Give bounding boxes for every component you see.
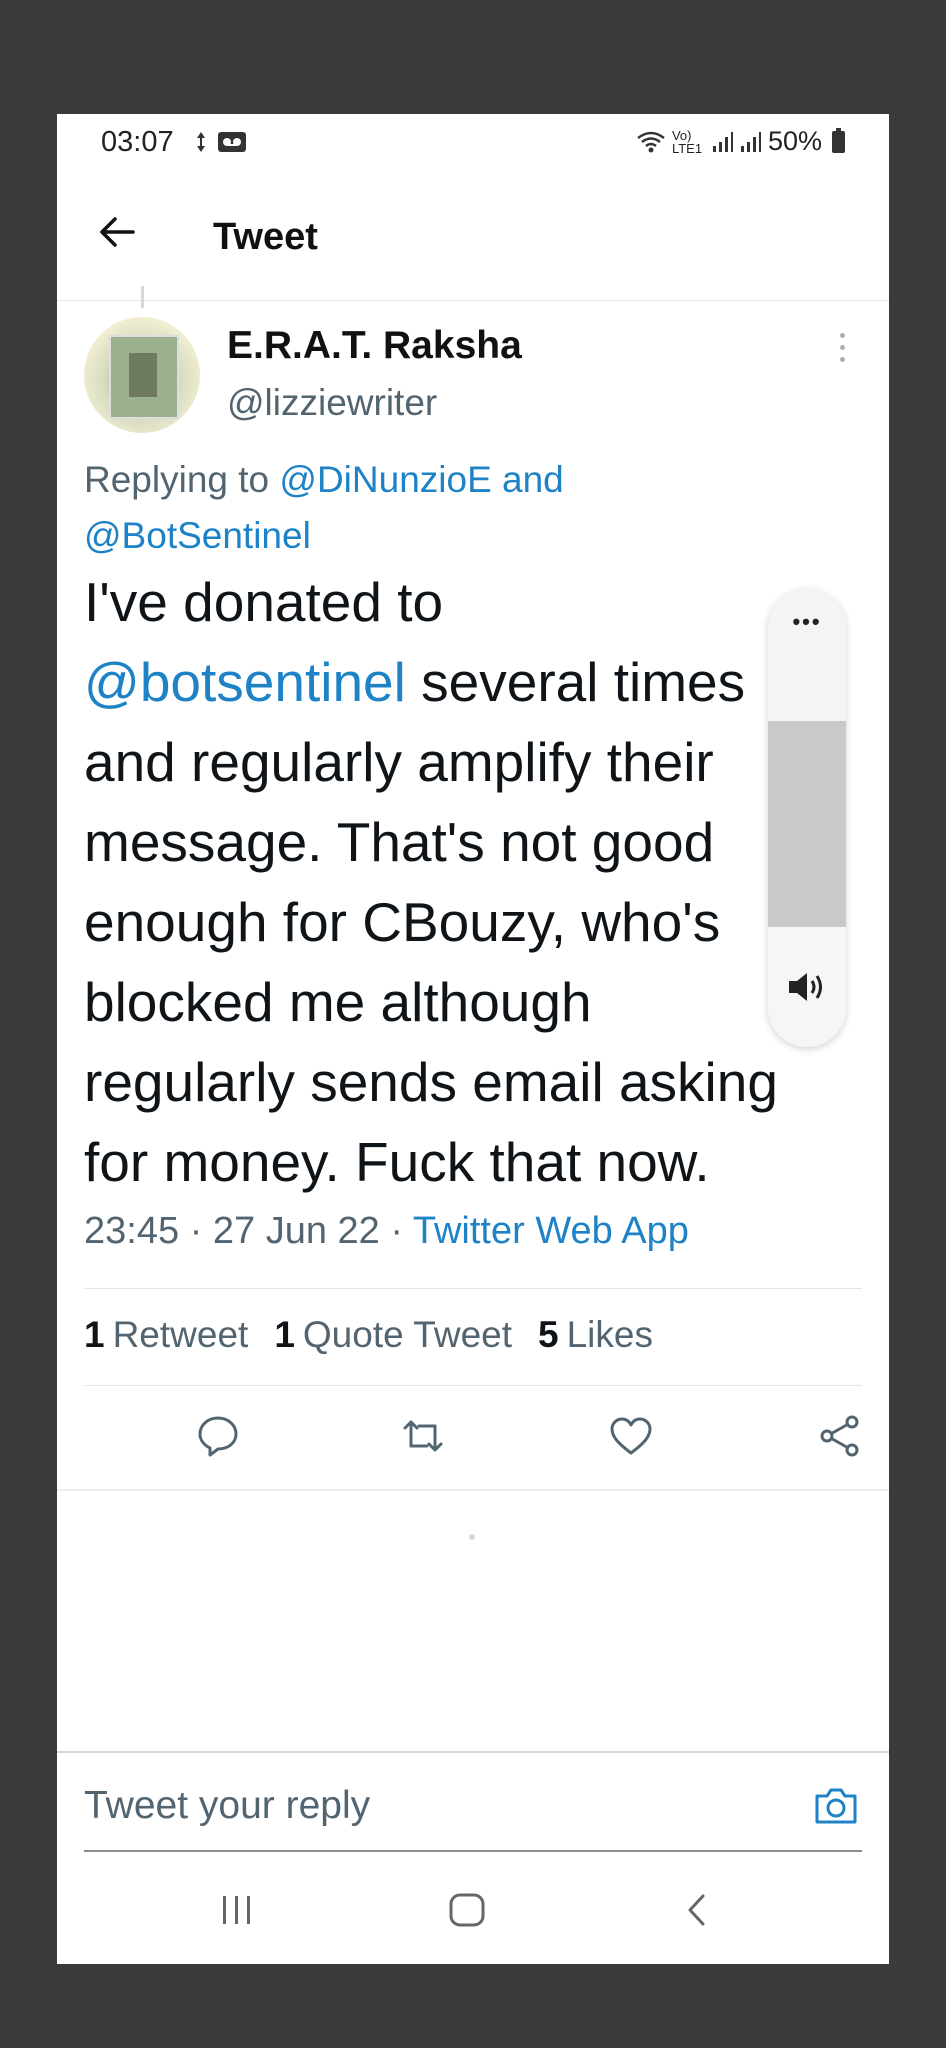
volume-slider[interactable]: ••• xyxy=(768,589,846,1047)
tweet-text-line: for money. Fuck that now. xyxy=(84,1131,710,1193)
reply-input[interactable]: Tweet your reply xyxy=(84,1784,370,1828)
replying-to: Replying to @DiNunzioE and @BotSentinel xyxy=(84,452,804,564)
likes-stat[interactable]: 5 Likes xyxy=(538,1314,653,1356)
divider xyxy=(84,1288,862,1289)
loading-indicator xyxy=(469,1534,475,1540)
retweets-stat[interactable]: 1 Retweet xyxy=(84,1314,248,1356)
back-arrow-icon[interactable] xyxy=(97,212,137,252)
thread-connector xyxy=(141,286,144,308)
quote-tweets-stat[interactable]: 1 Quote Tweet xyxy=(274,1314,512,1356)
volume-level-fill xyxy=(768,721,846,927)
volume-menu-icon[interactable]: ••• xyxy=(768,609,846,635)
avatar[interactable] xyxy=(84,317,200,433)
tweet-actions xyxy=(84,1384,862,1494)
tweet-text-line: regularly sends email asking xyxy=(84,1051,778,1113)
more-options-icon[interactable] xyxy=(838,333,846,371)
text-mention-botsentinel[interactable]: @botsentinel xyxy=(84,651,406,713)
reply-mention-and[interactable]: and xyxy=(502,459,564,500)
page-title: Tweet xyxy=(213,216,318,258)
home-icon[interactable] xyxy=(448,1892,486,1928)
tweet-source[interactable]: Twitter Web App xyxy=(413,1210,689,1252)
status-time: 03:07 xyxy=(101,126,174,158)
reply-mention-botsentinel[interactable]: @BotSentinel xyxy=(84,515,311,556)
wifi-icon xyxy=(637,131,665,152)
speaker-icon[interactable] xyxy=(787,970,827,1004)
signal-icon-2 xyxy=(740,131,761,152)
reply-bar-divider xyxy=(57,1751,889,1753)
voicemail-icon xyxy=(218,132,246,152)
retweet-icon[interactable] xyxy=(401,1414,445,1458)
status-bar: 03:07 Vo) LTE1 50% xyxy=(57,114,889,172)
battery-icon xyxy=(832,127,845,153)
back-nav-icon[interactable] xyxy=(685,1892,709,1928)
replying-prefix: Replying to xyxy=(84,459,270,500)
network-type: Vo) LTE1 xyxy=(671,127,703,156)
like-heart-icon[interactable] xyxy=(609,1414,653,1458)
reply-mention-dinunzioe[interactable]: @DiNunzioE xyxy=(279,459,491,500)
tweet-stats: 1 Retweet 1 Quote Tweet 5 Likes xyxy=(84,1314,653,1356)
signal-icon-1 xyxy=(712,131,733,152)
author-name[interactable]: E.R.A.T. Raksha xyxy=(227,324,522,368)
tweet-timestamp: 23:45 · 27 Jun 22 · xyxy=(84,1210,413,1252)
recent-apps-icon[interactable] xyxy=(219,1892,255,1928)
phone-screen: 03:07 Vo) LTE1 50% Tweet E.R.A.T. Raksha… xyxy=(57,114,889,1964)
top-app-bar: Tweet xyxy=(57,172,889,301)
section-divider xyxy=(57,1489,889,1491)
system-navigation-bar xyxy=(57,1864,889,1964)
reply-icon[interactable] xyxy=(196,1414,240,1458)
data-transfer-icon xyxy=(197,132,205,152)
share-icon[interactable] xyxy=(818,1414,862,1458)
camera-icon[interactable] xyxy=(813,1782,859,1828)
tweet-meta: 23:45 · 27 Jun 22 · Twitter Web App xyxy=(84,1210,689,1253)
avatar-image xyxy=(109,335,179,419)
reply-input-underline xyxy=(84,1850,862,1852)
battery-percent: 50% xyxy=(767,126,822,156)
author-handle[interactable]: @lizziewriter xyxy=(227,382,437,424)
